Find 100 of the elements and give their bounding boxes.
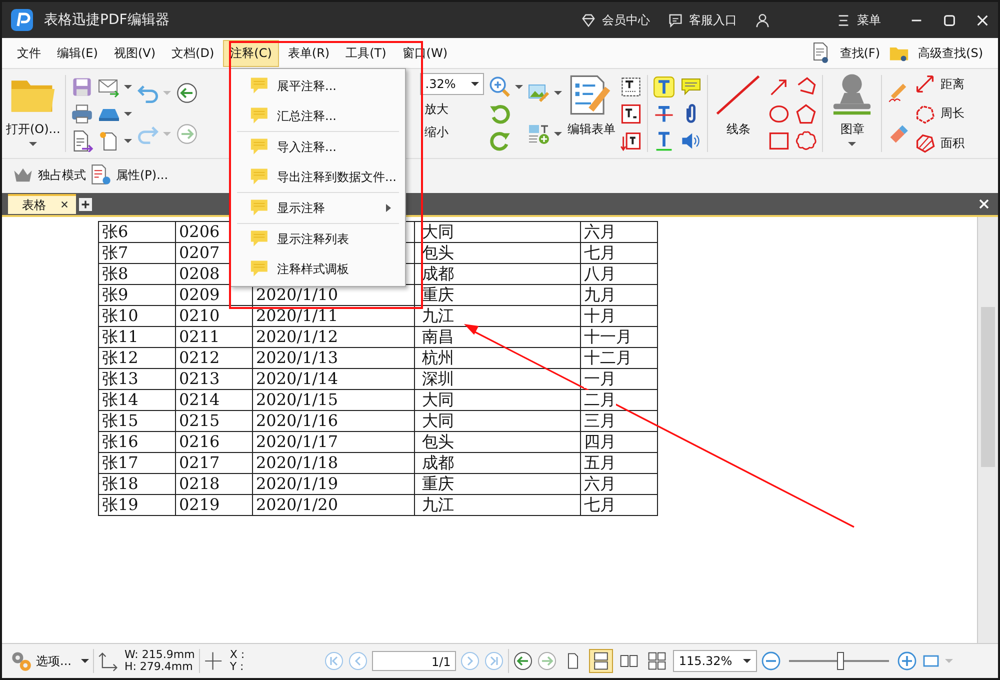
menu-item[interactable]: 文件 (10, 40, 48, 66)
dropdown-menu-item[interactable]: 显示注释 (231, 193, 405, 223)
table-cell: 深圳 (414, 368, 580, 390)
table-cell-text: 2020/1/17 (256, 432, 338, 451)
table-cell: 杭州 (414, 348, 580, 368)
close-tab-icon[interactable] (60, 200, 69, 208)
zoom-select[interactable]: 115.32% (672, 650, 757, 672)
table-cell: 0214 (176, 390, 252, 410)
table-cell-text: 2020/1/20 (256, 495, 338, 514)
close-icon[interactable] (978, 198, 990, 210)
area-button[interactable]: 面积 (940, 134, 964, 152)
scrollbar[interactable] (977, 217, 998, 643)
distance-button[interactable]: 距离 (940, 76, 964, 92)
line-button[interactable]: 线条 (726, 121, 750, 138)
rectangle-icon[interactable] (768, 130, 790, 152)
edit-form-button[interactable]: 编辑表单 (567, 121, 616, 138)
find-button[interactable]: 查找(F) (832, 40, 888, 66)
exclusive-mode-button[interactable]: 独占模式 (38, 166, 86, 184)
zoom-field[interactable]: .32% (420, 73, 484, 95)
table-cell: 张6 (98, 222, 176, 242)
dropdown-menu-item[interactable]: 展平注释... (231, 71, 405, 101)
table-cell-text: 2020/1/19 (256, 474, 338, 493)
page-number-field[interactable]: 1/1 (372, 651, 456, 671)
menu-item[interactable]: 注释(C) (223, 40, 279, 66)
caret-icon[interactable] (554, 91, 562, 96)
page-size-icon (98, 650, 120, 672)
table-cell: 0215 (176, 410, 252, 432)
caret-icon[interactable] (29, 142, 38, 146)
caret-icon[interactable] (124, 112, 132, 116)
caret-icon[interactable] (124, 84, 132, 88)
menu-item[interactable]: 表单(R) (280, 40, 337, 66)
comment-icon[interactable] (680, 76, 702, 98)
table-cell: 张15 (98, 410, 176, 432)
table-cell-text: 2020/1/12 (256, 327, 338, 346)
table-cell-text: 2020/1/18 (256, 453, 338, 472)
member-center-link[interactable]: 会员中心 (602, 12, 650, 28)
menu-item[interactable]: 文档(D) (164, 40, 222, 66)
options-button[interactable]: 选项... (36, 652, 72, 670)
page-view-mode-button[interactable] (588, 649, 613, 673)
customer-service-link[interactable]: 客服入口 (689, 12, 737, 28)
table-cell: 包头 (414, 242, 580, 264)
table-cell: 张11 (98, 326, 176, 348)
slider-thumb[interactable] (836, 652, 844, 670)
ellipse-icon[interactable] (768, 102, 790, 124)
perimeter-button[interactable]: 周长 (940, 105, 964, 122)
table-cell: 成都 (414, 264, 580, 284)
menu-item[interactable]: 编辑(E) (50, 40, 105, 66)
text-box-icon[interactable] (620, 102, 642, 124)
save-icon[interactable] (71, 76, 94, 98)
export-document-icon[interactable] (71, 130, 94, 152)
image-text-add-icon[interactable] (528, 122, 550, 145)
table-cell-text: 二月 (584, 390, 616, 409)
rotate-left-icon[interactable] (489, 102, 512, 124)
zoom-out-icon[interactable] (760, 651, 781, 671)
menu-item[interactable]: 视图(V) (106, 40, 163, 66)
document-tab[interactable]: 表格 (8, 194, 76, 214)
table-cell: 张18 (98, 474, 176, 494)
zoom-out-button[interactable]: 缩小 (420, 124, 448, 141)
advanced-find-button[interactable]: 高级查找(S) (911, 40, 990, 66)
rotate-right-icon[interactable] (489, 130, 512, 152)
forward-icon[interactable] (176, 122, 198, 145)
open-button[interactable]: 打开(O)... (6, 121, 60, 138)
pentagon-icon[interactable] (795, 102, 818, 124)
callout-icon[interactable] (620, 130, 642, 152)
caret-icon[interactable] (515, 84, 524, 88)
distance-icon[interactable] (914, 73, 936, 95)
highlight-text-icon[interactable] (653, 76, 676, 98)
back-icon[interactable] (512, 651, 533, 671)
table-cell: 0212 (176, 348, 252, 368)
cloud-shape-icon[interactable] (795, 130, 818, 152)
menu-item[interactable]: 工具(T) (338, 40, 394, 66)
caret-icon[interactable] (124, 138, 132, 142)
dropdown-menu-item[interactable]: 导入注释... (231, 132, 405, 162)
dropdown-menu-item[interactable]: 汇总注释... (231, 101, 405, 131)
back-icon[interactable] (176, 82, 198, 104)
zoom-in-button[interactable]: 放大 (420, 101, 448, 118)
menu-icon (836, 12, 851, 28)
area-icon[interactable] (914, 132, 936, 154)
user-icon[interactable] (755, 12, 770, 28)
dropdown-menu-item[interactable]: 导出注释到数据文件... (231, 162, 405, 192)
table-cell: 0210 (176, 306, 252, 326)
properties-button[interactable]: 属性(P)... (116, 166, 168, 184)
x-coordinate-text: X : (230, 649, 246, 661)
table-cell: 九江 (414, 494, 580, 516)
menu-button[interactable]: 菜单 (857, 12, 881, 28)
new-tab-icon[interactable] (79, 198, 92, 210)
close-icon[interactable] (975, 12, 990, 28)
caret-icon[interactable] (554, 132, 562, 136)
caret-icon[interactable] (81, 659, 90, 663)
zoom-in-icon[interactable] (896, 651, 917, 671)
maximize-icon[interactable] (942, 12, 957, 28)
caret-icon[interactable] (848, 142, 856, 146)
text-field-icon[interactable] (620, 76, 642, 98)
page-width-text: W: 215.9mm (124, 649, 195, 661)
gears-icon (10, 650, 32, 672)
table-cell: 大同 (414, 390, 580, 410)
magnifier-icon[interactable] (489, 76, 512, 98)
printer-icon[interactable] (71, 102, 94, 124)
polyline-icon[interactable] (795, 76, 818, 98)
stamp-button[interactable]: 图章 (840, 121, 864, 138)
